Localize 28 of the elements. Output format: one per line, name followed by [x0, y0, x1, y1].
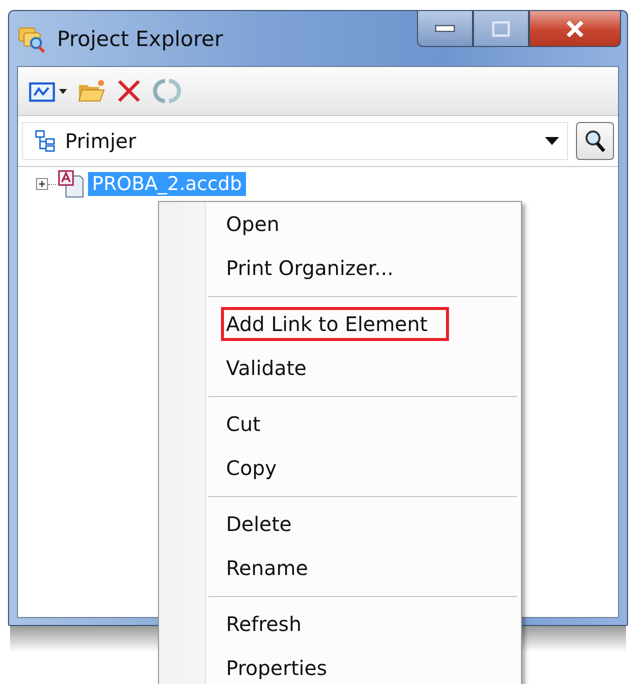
close-icon [564, 20, 586, 36]
menu-item[interactable]: Add Link to Element [221, 307, 449, 341]
menu-item[interactable]: Cut [221, 407, 282, 441]
maximize-button[interactable] [473, 11, 529, 47]
minimize-icon [435, 25, 455, 32]
view-dropdown[interactable]: Primjer [22, 122, 568, 160]
menu-item[interactable]: Open [221, 207, 300, 241]
menu-item[interactable]: Properties [221, 651, 348, 684]
caret-icon [59, 88, 67, 94]
menu-item[interactable]: Delete [221, 507, 313, 541]
menu-item[interactable]: Copy [221, 451, 298, 485]
menu-item[interactable]: Validate [221, 351, 328, 385]
folder-icon [77, 78, 105, 104]
dropdown-arrow-icon [545, 137, 559, 145]
menu-item[interactable]: Rename [221, 551, 330, 585]
expand-icon[interactable] [36, 178, 48, 190]
menu-item[interactable]: Refresh [221, 607, 323, 641]
refresh-icon [153, 78, 181, 104]
minimize-button[interactable] [417, 11, 473, 47]
window-title: Project Explorer [57, 26, 224, 50]
close-button[interactable] [529, 11, 621, 47]
maximize-icon [490, 20, 512, 36]
close-icon [115, 78, 143, 104]
menu-item[interactable]: Print Organizer... [221, 251, 414, 285]
search-icon [584, 129, 606, 153]
database-file-icon [58, 170, 84, 198]
hierarchy-icon [35, 130, 57, 152]
search-button[interactable] [576, 122, 614, 160]
